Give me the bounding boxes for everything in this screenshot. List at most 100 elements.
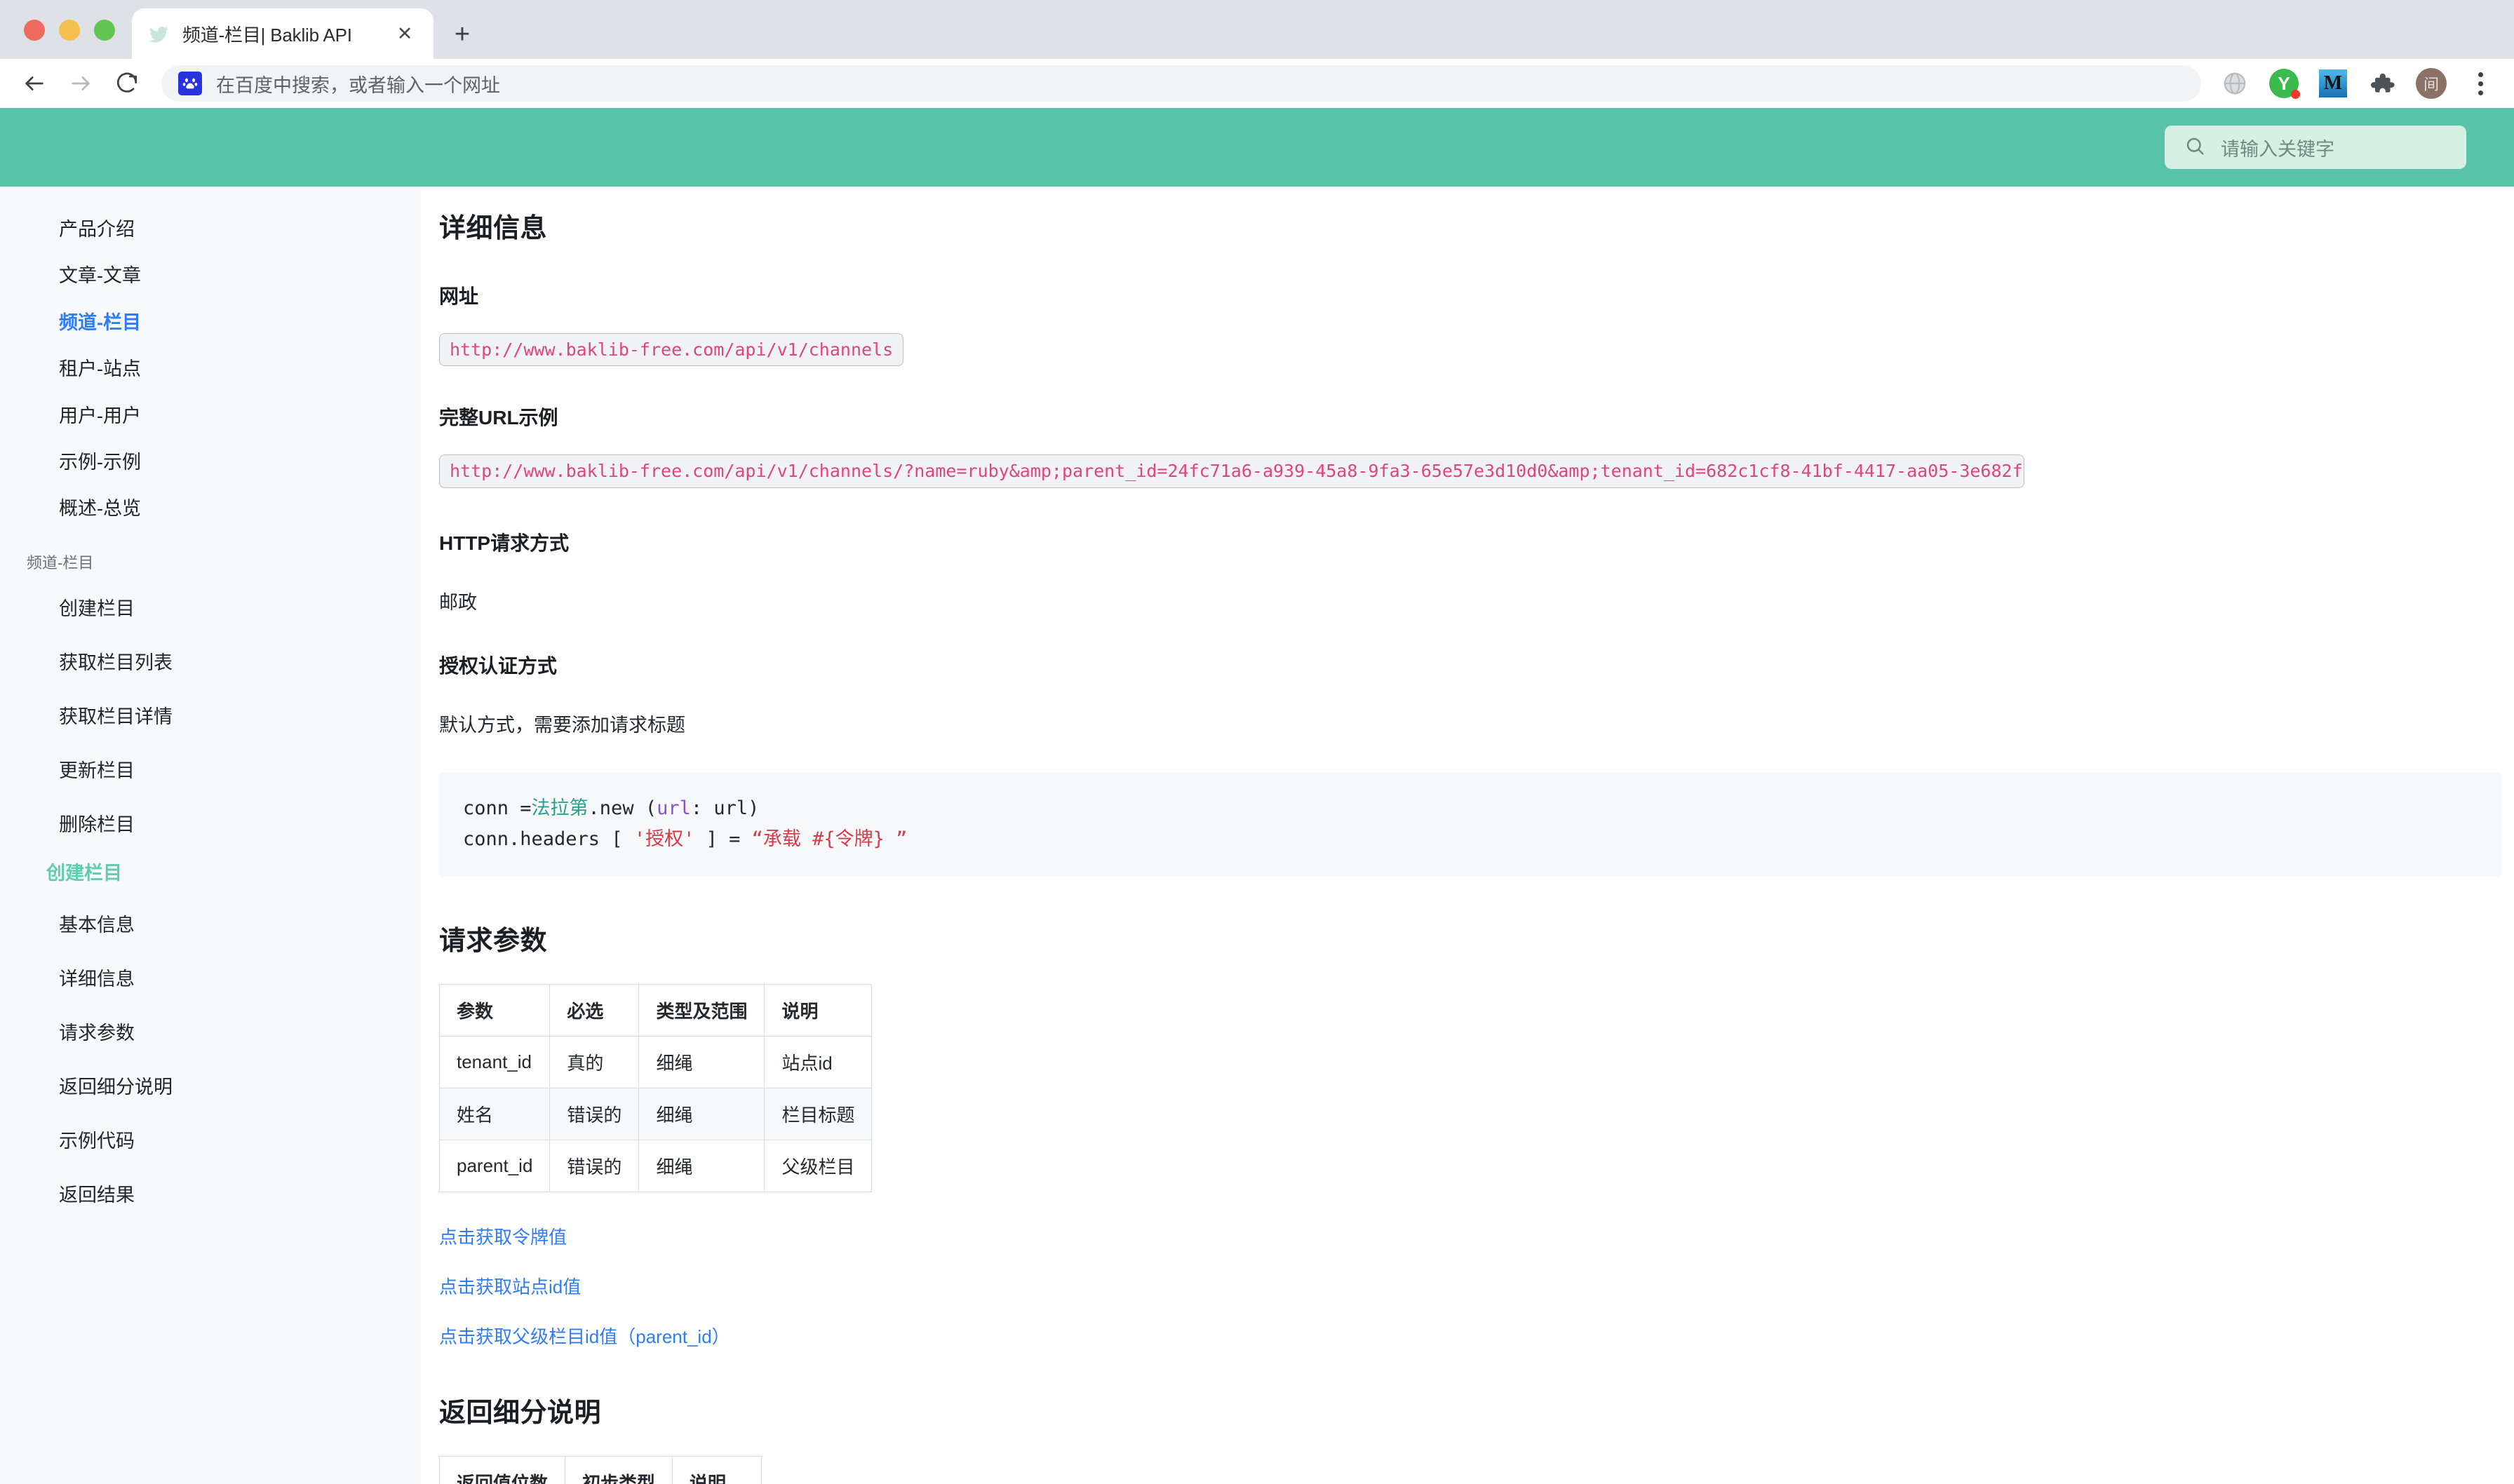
page-title: 详细信息 bbox=[439, 214, 548, 243]
table-row: 姓名 错误的 细绳 栏目标题 bbox=[438, 1087, 873, 1140]
table-cell: tenant_id bbox=[438, 1035, 551, 1088]
address-bar-placeholder: 在百度中搜索，或者输入一个网址 bbox=[216, 74, 500, 96]
site-search-box[interactable]: 请输入关键字 bbox=[2165, 126, 2466, 169]
auth-value: 默认方式，需要添加请求标题 bbox=[439, 714, 685, 736]
link-get-site-id[interactable]: 点击获取站点id值 bbox=[439, 1273, 2514, 1299]
reload-button[interactable] bbox=[105, 62, 149, 105]
sidebar-anchor-sample-code[interactable]: 示例代码 bbox=[0, 1112, 421, 1166]
sidebar-anchor-return-result[interactable]: 返回结果 bbox=[0, 1166, 421, 1220]
link-get-parent-id[interactable]: 点击获取父级栏目id值（parent_id） bbox=[439, 1323, 2514, 1349]
table-cell: 栏目标题 bbox=[764, 1087, 873, 1140]
sidebar-item-channel-detail[interactable]: 获取栏目详情 bbox=[0, 688, 421, 742]
return-desc-title: 返回细分说明 bbox=[439, 1398, 602, 1428]
table-cell: 细绳 bbox=[638, 1139, 765, 1192]
site-header: 请输入关键字 bbox=[0, 108, 2514, 187]
code-text: .new ( bbox=[588, 797, 657, 819]
search-icon bbox=[2184, 135, 2205, 160]
http-method-value: 邮政 bbox=[439, 591, 477, 613]
new-tab-button[interactable]: + bbox=[442, 14, 483, 55]
column-header: 类型及范围 bbox=[638, 983, 765, 1037]
browser-titlebar: 频道-栏目| Baklib API ✕ + bbox=[0, 0, 2514, 59]
sidebar-anchor-basic-info[interactable]: 基本信息 bbox=[0, 896, 421, 950]
sidebar-item-channel[interactable]: 频道-栏目 bbox=[0, 299, 421, 346]
address-bar[interactable]: 在百度中搜索，或者输入一个网址 bbox=[161, 65, 2201, 102]
code-line-1: conn =法拉第.new (url: url) bbox=[463, 793, 2478, 825]
sidebar-anchor-request-params[interactable]: 请求参数 bbox=[0, 1004, 421, 1058]
code-text: conn.headers [ bbox=[463, 828, 634, 851]
link-get-token[interactable]: 点击获取令牌值 bbox=[439, 1223, 2514, 1249]
table-cell: parent_id bbox=[438, 1139, 551, 1192]
sidebar-item-product-intro[interactable]: 产品介绍 bbox=[0, 206, 421, 252]
table-cell: 真的 bbox=[549, 1035, 640, 1088]
column-header: 初步类型 bbox=[565, 1455, 673, 1484]
return-desc-table: 返回值位数 初步类型 说明 代码 整数 状态码 bbox=[438, 1455, 762, 1484]
sidebar-anchor-return-desc[interactable]: 返回细分说明 bbox=[0, 1058, 421, 1112]
column-header: 返回值位数 bbox=[438, 1455, 566, 1484]
code-string-token: '授权' bbox=[633, 828, 695, 851]
code-text: ] = bbox=[694, 828, 752, 851]
column-header: 说明 bbox=[764, 983, 873, 1037]
sidebar-item-user[interactable]: 用户-用户 bbox=[0, 393, 421, 439]
metamask-extension-icon[interactable]: M bbox=[2318, 68, 2348, 99]
close-window-button[interactable] bbox=[24, 20, 45, 41]
close-icon[interactable]: ✕ bbox=[391, 20, 418, 47]
table-header-row: 返回值位数 初步类型 说明 bbox=[438, 1455, 762, 1484]
tab-title: 频道-栏目| Baklib API bbox=[182, 24, 352, 46]
baidu-icon bbox=[178, 72, 202, 95]
browser-toolbar: 在百度中搜索，或者输入一个网址 Y M 间 bbox=[0, 59, 2514, 108]
window-controls[interactable] bbox=[0, 20, 132, 59]
full-url-code: http://www.baklib-free.com/api/v1/channe… bbox=[439, 454, 2024, 488]
auth-label: 授权认证方式 bbox=[439, 654, 558, 677]
sidebar-item-create-channel[interactable]: 创建栏目 bbox=[0, 580, 421, 634]
minimize-window-button[interactable] bbox=[59, 20, 80, 41]
table-row: tenant_id 真的 细绳 站点id bbox=[438, 1035, 873, 1088]
yy-extension-badge: Y bbox=[2269, 69, 2300, 99]
full-url-label: 完整URL示例 bbox=[439, 407, 558, 429]
table-cell: 姓名 bbox=[438, 1087, 551, 1140]
profile-avatar[interactable]: 间 bbox=[2416, 68, 2447, 99]
code-string-token: “承载 #{令牌} ” bbox=[751, 828, 908, 851]
table-header-row: 参数 必选 类型及范围 说明 bbox=[438, 983, 873, 1037]
main-content: 详细信息 网址 http://www.baklib-free.com/api/v… bbox=[421, 187, 2514, 1484]
code-text: conn = bbox=[463, 797, 532, 819]
table-cell: 父级栏目 bbox=[764, 1139, 873, 1192]
table-cell: 站点id bbox=[764, 1035, 873, 1088]
url-code: http://www.baklib-free.com/api/v1/channe… bbox=[439, 333, 904, 367]
url-label: 网址 bbox=[439, 285, 479, 307]
globe-icon[interactable] bbox=[2219, 68, 2250, 99]
browser-chrome: 频道-栏目| Baklib API ✕ + 在百度中搜索，或者输入一个网址 Y bbox=[0, 0, 2514, 108]
sidebar-item-article[interactable]: 文章-文章 bbox=[0, 252, 421, 299]
sidebar-item-update-channel[interactable]: 更新栏目 bbox=[0, 742, 421, 796]
table-row: parent_id 错误的 细绳 父级栏目 bbox=[438, 1139, 873, 1192]
table-cell: 细绳 bbox=[638, 1035, 765, 1088]
sidebar-item-example[interactable]: 示例-示例 bbox=[0, 439, 421, 485]
request-params-table: 参数 必选 类型及范围 说明 tenant_id 真的 细绳 站点id 姓名 错… bbox=[438, 983, 873, 1192]
sidebar-item-channel-list[interactable]: 获取栏目列表 bbox=[0, 634, 421, 688]
forward-button[interactable] bbox=[59, 62, 102, 105]
sidebar-item-delete-channel[interactable]: 删除栏目 bbox=[0, 796, 421, 850]
search-input[interactable]: 请输入关键字 bbox=[2221, 134, 2334, 161]
yy-extension-icon[interactable]: Y bbox=[2268, 68, 2300, 99]
table-cell: 错误的 bbox=[549, 1139, 640, 1192]
avatar-initial: 间 bbox=[2416, 68, 2447, 99]
sidebar-item-tenant[interactable]: 租户-站点 bbox=[0, 346, 421, 392]
http-method-label: HTTP请求方式 bbox=[439, 532, 570, 554]
column-header: 必选 bbox=[549, 983, 640, 1037]
request-params-title: 请求参数 bbox=[439, 926, 548, 956]
page-body: 产品介绍 文章-文章 频道-栏目 租户-站点 用户-用户 示例-示例 概述-总览… bbox=[0, 187, 2514, 1484]
browser-tab[interactable]: 频道-栏目| Baklib API ✕ bbox=[132, 8, 433, 59]
chrome-menu-icon[interactable] bbox=[2465, 68, 2496, 99]
bird-icon bbox=[147, 22, 171, 46]
sample-code-block: conn =法拉第.new (url: url) conn.headers [ … bbox=[439, 771, 2501, 877]
extensions-puzzle-icon[interactable] bbox=[2367, 68, 2398, 99]
code-text: : url) bbox=[690, 797, 760, 819]
sidebar-item-overview[interactable]: 概述-总览 bbox=[0, 485, 421, 532]
back-button[interactable] bbox=[13, 62, 56, 105]
code-class-token: 法拉第 bbox=[531, 797, 589, 819]
table-cell: 错误的 bbox=[549, 1087, 640, 1140]
sidebar-section-active[interactable]: 创建栏目 bbox=[0, 850, 421, 896]
code-key-token: url bbox=[657, 797, 691, 819]
maximize-window-button[interactable] bbox=[94, 20, 115, 41]
sidebar-anchor-detail-info[interactable]: 详细信息 bbox=[0, 950, 421, 1004]
web-page: 请输入关键字 产品介绍 文章-文章 频道-栏目 租户-站点 用户-用户 示例-示… bbox=[0, 108, 2514, 1484]
